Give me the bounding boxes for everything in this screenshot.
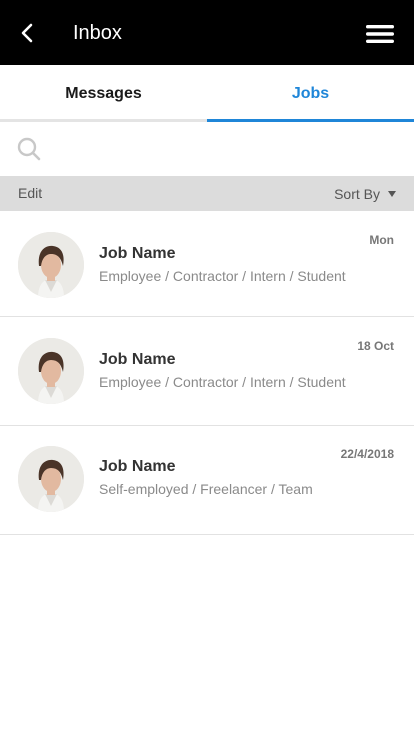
tab-jobs[interactable]: Jobs	[207, 65, 414, 122]
top-app-bar: Inbox	[0, 0, 414, 65]
job-type: Employee / Contractor / Intern / Student	[99, 268, 346, 284]
search-bar	[0, 122, 414, 176]
person-photo-icon	[18, 338, 84, 404]
search-icon	[17, 137, 41, 161]
avatar	[18, 446, 84, 512]
sort-by-dropdown[interactable]: Sort By	[334, 176, 396, 212]
avatar	[18, 232, 84, 298]
avatar	[18, 338, 84, 404]
person-photo-icon	[18, 232, 84, 298]
job-title: Job Name	[99, 245, 176, 262]
caret-down-icon	[388, 191, 396, 197]
chevron-left-icon	[21, 23, 33, 43]
hamburger-menu-icon	[366, 25, 394, 43]
person-photo-icon	[18, 446, 84, 512]
tab-messages-label: Messages	[65, 85, 142, 102]
job-date: Mon	[369, 233, 394, 247]
edit-button[interactable]: Edit	[18, 176, 42, 210]
job-date: 18 Oct	[357, 339, 394, 353]
job-date: 22/4/2018	[340, 447, 394, 461]
job-title: Job Name	[99, 458, 176, 475]
job-list-item[interactable]: Job Name Employee / Contractor / Intern …	[0, 211, 414, 317]
job-title: Job Name	[99, 351, 176, 368]
job-type: Self-employed / Freelancer / Team	[99, 481, 313, 497]
job-list-item[interactable]: Job Name Self-employed / Freelancer / Te…	[0, 426, 414, 535]
back-button[interactable]	[14, 20, 40, 46]
tab-bar: Messages Jobs	[0, 65, 414, 122]
tab-jobs-label: Jobs	[291, 85, 330, 102]
menu-button[interactable]	[364, 21, 396, 47]
tab-messages[interactable]: Messages	[0, 65, 207, 122]
job-list-item[interactable]: Job Name Employee / Contractor / Intern …	[0, 317, 414, 426]
job-list: Job Name Employee / Contractor / Intern …	[0, 211, 414, 535]
page-title: Inbox	[73, 22, 122, 44]
search-input[interactable]	[54, 132, 400, 166]
sort-by-label: Sort By	[334, 186, 380, 202]
list-toolbar: Edit Sort By	[0, 176, 414, 211]
job-type: Employee / Contractor / Intern / Student	[99, 374, 346, 390]
